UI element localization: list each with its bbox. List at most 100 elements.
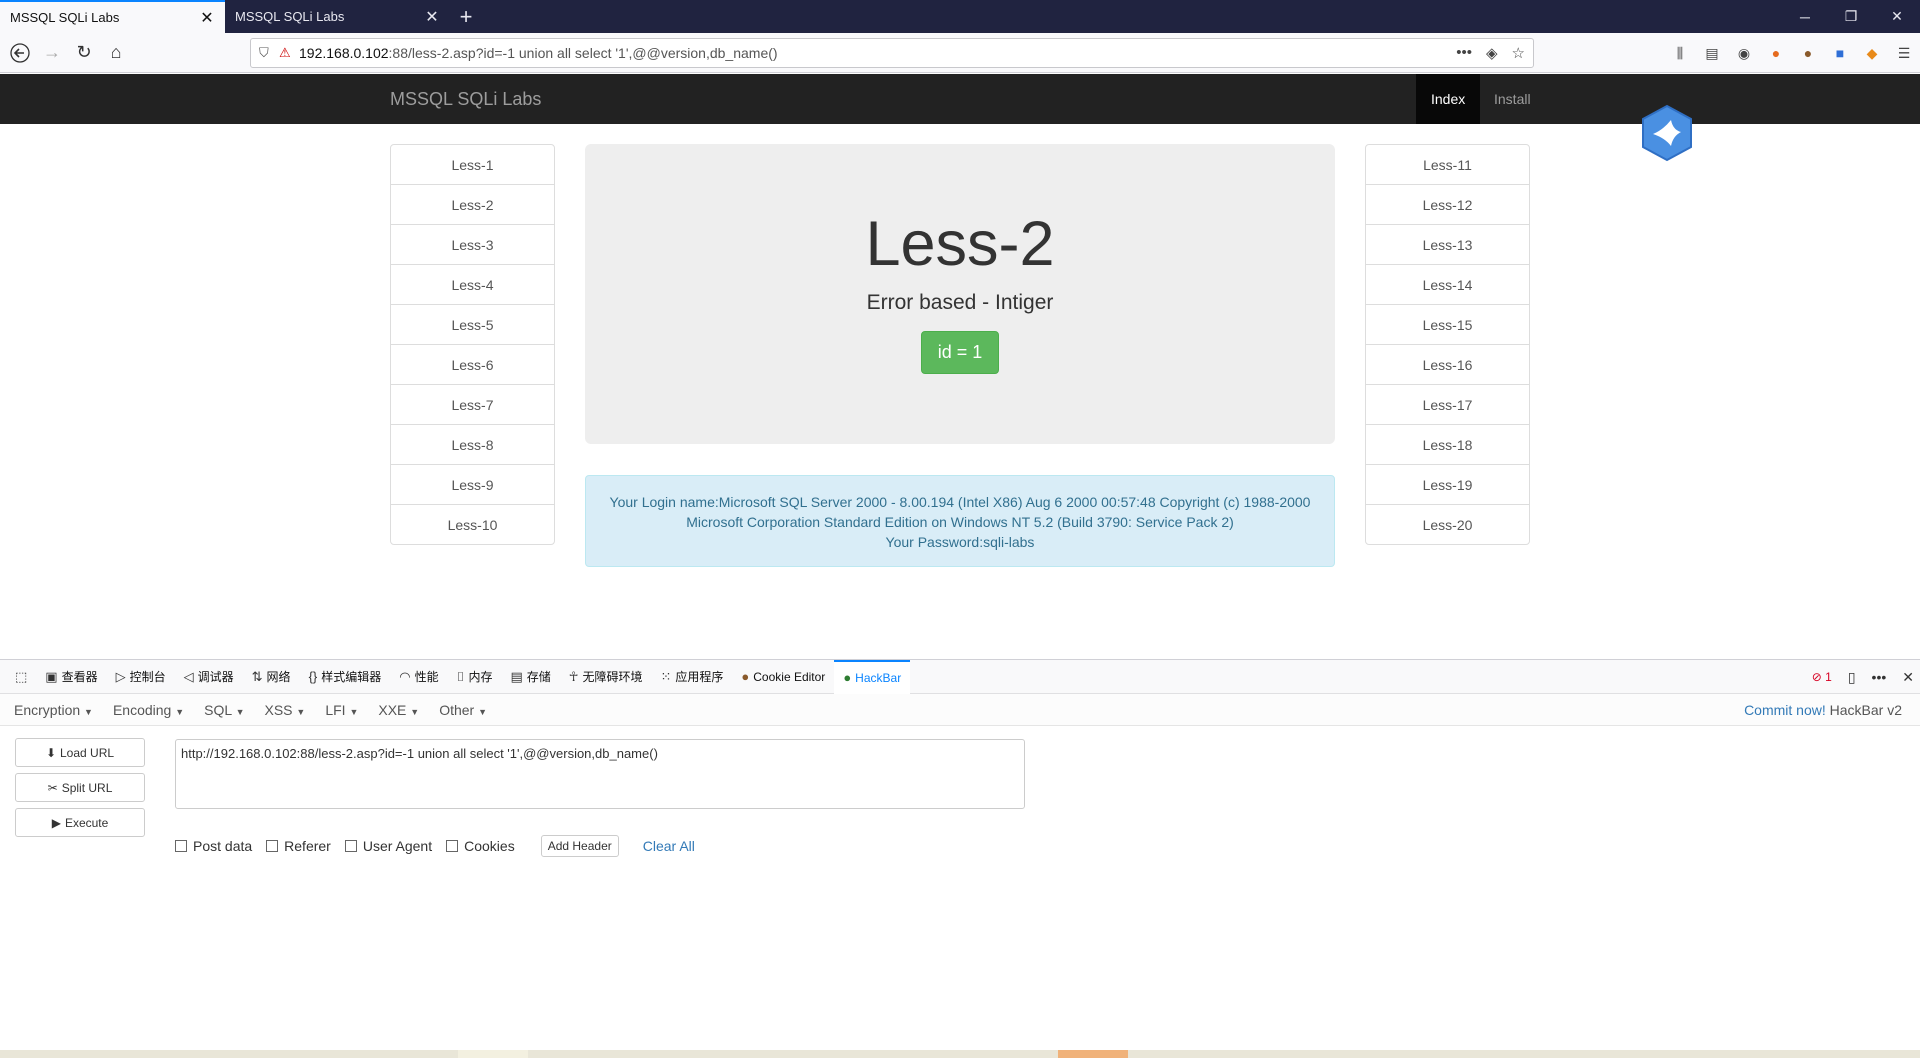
- tab-inspector[interactable]: ▣ 查看器: [36, 660, 106, 694]
- user-agent-option[interactable]: User Agent: [344, 838, 432, 854]
- lesson-link[interactable]: Less-12: [1365, 184, 1530, 225]
- execute-button[interactable]: ▶ Execute: [15, 808, 145, 837]
- tab-accessibility[interactable]: ☥ 无障碍环境: [560, 660, 652, 694]
- tab-debugger[interactable]: ◁ 调试器: [175, 660, 243, 694]
- fox-icon[interactable]: ◆: [1856, 45, 1888, 62]
- lesson-link[interactable]: Less-6: [390, 344, 555, 385]
- site-brand[interactable]: MSSQL SQLi Labs: [390, 89, 541, 110]
- menu-lfi[interactable]: LFI ▼: [325, 702, 358, 718]
- menu-icon[interactable]: ☰: [1888, 45, 1920, 62]
- close-devtools-icon[interactable]: ✕: [1902, 669, 1914, 686]
- menu-xxe[interactable]: XXE ▼: [378, 702, 419, 718]
- library-icon[interactable]: ⫼: [1664, 45, 1696, 62]
- tab-console[interactable]: ▷ 控制台: [107, 660, 175, 694]
- back-button[interactable]: [4, 37, 36, 69]
- menu-sql[interactable]: SQL ▼: [204, 702, 244, 718]
- close-icon[interactable]: ✕: [199, 8, 215, 28]
- close-icon[interactable]: ✕: [424, 7, 440, 27]
- post-data-option[interactable]: Post data: [175, 838, 252, 854]
- element-picker-icon[interactable]: ⬚: [6, 660, 36, 694]
- lesson-link[interactable]: Less-20: [1365, 504, 1530, 545]
- lesson-link[interactable]: Less-3: [390, 224, 555, 265]
- lesson-link[interactable]: Less-16: [1365, 344, 1530, 385]
- referer-option[interactable]: Referer: [266, 838, 331, 854]
- hackbar-menu: Encryption ▼ Encoding ▼ SQL ▼ XSS ▼ LFI …: [0, 694, 1920, 726]
- lesson-link[interactable]: Less-7: [390, 384, 555, 425]
- load-url-button[interactable]: ⬇ Load URL: [15, 738, 145, 767]
- clear-all-link[interactable]: Clear All: [643, 838, 695, 854]
- nav-index[interactable]: Index: [1416, 74, 1481, 124]
- shield-icon[interactable]: ⛉: [259, 45, 279, 61]
- lesson-link[interactable]: Less-13: [1365, 224, 1530, 265]
- lesson-link[interactable]: Less-1: [390, 144, 555, 185]
- lesson-subtitle: Error based - Intiger: [866, 291, 1054, 314]
- commit-link[interactable]: Commit now!: [1744, 702, 1826, 718]
- lesson-panel: Less-2 Error based - Intiger id = 1: [585, 144, 1335, 444]
- insecure-lock-icon[interactable]: ⚠: [279, 45, 299, 61]
- tab-title: MSSQL SQLi Labs: [235, 9, 345, 24]
- lesson-link[interactable]: Less-5: [390, 304, 555, 345]
- minimize-icon[interactable]: ─: [1782, 0, 1828, 33]
- lesson-link[interactable]: Less-15: [1365, 304, 1530, 345]
- split-url-button[interactable]: ✂ Split URL: [15, 773, 145, 802]
- result-line: Microsoft Corporation Standard Edition o…: [686, 514, 1234, 530]
- translate-icon[interactable]: ■: [1824, 45, 1856, 61]
- window-controls: ─ ❐ ✕: [1782, 0, 1920, 33]
- tab-performance[interactable]: ◠ 性能: [390, 660, 447, 694]
- tab-style-editor[interactable]: {} 样式编辑器: [300, 660, 391, 694]
- tab-storage[interactable]: ▤ 存储: [501, 660, 559, 694]
- lesson-link[interactable]: Less-10: [390, 504, 555, 545]
- lesson-link[interactable]: Less-8: [390, 424, 555, 465]
- dock-icon[interactable]: ▯: [1848, 669, 1856, 686]
- menu-xss[interactable]: XSS ▼: [264, 702, 305, 718]
- restore-icon[interactable]: ❐: [1828, 0, 1874, 33]
- pocket-icon[interactable]: ◈: [1486, 44, 1498, 62]
- menu-other[interactable]: Other ▼: [439, 702, 487, 718]
- url-bar[interactable]: ⛉ ⚠ 192.168.0.102:88/less-2.asp?id=-1 un…: [250, 38, 1534, 68]
- lesson-link[interactable]: Less-4: [390, 264, 555, 305]
- more-icon[interactable]: •••: [1456, 44, 1472, 62]
- new-tab-button[interactable]: +: [450, 0, 482, 33]
- account-icon[interactable]: ◉: [1728, 45, 1760, 62]
- result-line: Your Login name:Microsoft SQL Server 200…: [609, 494, 1311, 510]
- add-header-button[interactable]: Add Header: [540, 835, 619, 857]
- id-badge[interactable]: id = 1: [920, 331, 1000, 374]
- nav-install[interactable]: Install: [1479, 74, 1546, 124]
- taskbar-edge: [0, 1050, 1920, 1058]
- url-host: 192.168.0.102: [299, 45, 389, 61]
- lesson-link[interactable]: Less-2: [390, 184, 555, 225]
- error-count-badge[interactable]: ⊘ 1: [1812, 670, 1832, 684]
- tab-network[interactable]: ⇅ 网络: [243, 660, 300, 694]
- cookie-icon[interactable]: ●: [1792, 45, 1824, 61]
- home-button[interactable]: ⌂: [100, 37, 132, 69]
- tab-application[interactable]: ⁙ 应用程序: [651, 660, 732, 694]
- lesson-link[interactable]: Less-19: [1365, 464, 1530, 505]
- lesson-link[interactable]: Less-14: [1365, 264, 1530, 305]
- tab-cookie-editor[interactable]: ● Cookie Editor: [732, 660, 834, 694]
- tab-hackbar[interactable]: ● HackBar: [834, 659, 911, 694]
- reload-button[interactable]: ↻: [68, 37, 100, 69]
- right-lesson-list: Less-11 Less-12 Less-13 Less-14 Less-15 Less-…: [1365, 144, 1530, 545]
- bird-logo-icon[interactable]: [1641, 104, 1693, 162]
- lesson-link[interactable]: Less-11: [1365, 144, 1530, 185]
- menu-encryption[interactable]: Encryption ▼: [14, 702, 93, 718]
- forward-button[interactable]: →: [36, 37, 68, 69]
- url-textarea[interactable]: http://192.168.0.102:88/less-2.asp?id=-1…: [175, 739, 1025, 809]
- toolbar-icons: ⫼ ▤ ◉ ● ● ■ ◆ ☰: [1664, 38, 1920, 68]
- tab-memory[interactable]: ⌷ 内存: [448, 660, 502, 694]
- sidebar-icon[interactable]: ▤: [1696, 45, 1728, 62]
- lesson-link[interactable]: Less-18: [1365, 424, 1530, 465]
- more-options-icon[interactable]: •••: [1872, 669, 1887, 685]
- cookie-icon: ●: [741, 669, 750, 684]
- browser-tab-2[interactable]: MSSQL SQLi Labs ✕: [225, 0, 450, 33]
- browser-tab-1[interactable]: MSSQL SQLi Labs ✕: [0, 0, 225, 33]
- menu-encoding[interactable]: Encoding ▼: [113, 702, 184, 718]
- checkbox: [266, 840, 279, 852]
- extension-icon[interactable]: ●: [1760, 45, 1792, 61]
- close-window-icon[interactable]: ✕: [1874, 0, 1920, 33]
- site-navbar: MSSQL SQLi Labs Index Install: [0, 74, 1920, 124]
- lesson-link[interactable]: Less-9: [390, 464, 555, 505]
- lesson-link[interactable]: Less-17: [1365, 384, 1530, 425]
- cookies-option[interactable]: Cookies: [446, 838, 515, 854]
- bookmark-star-icon[interactable]: ☆: [1512, 44, 1525, 62]
